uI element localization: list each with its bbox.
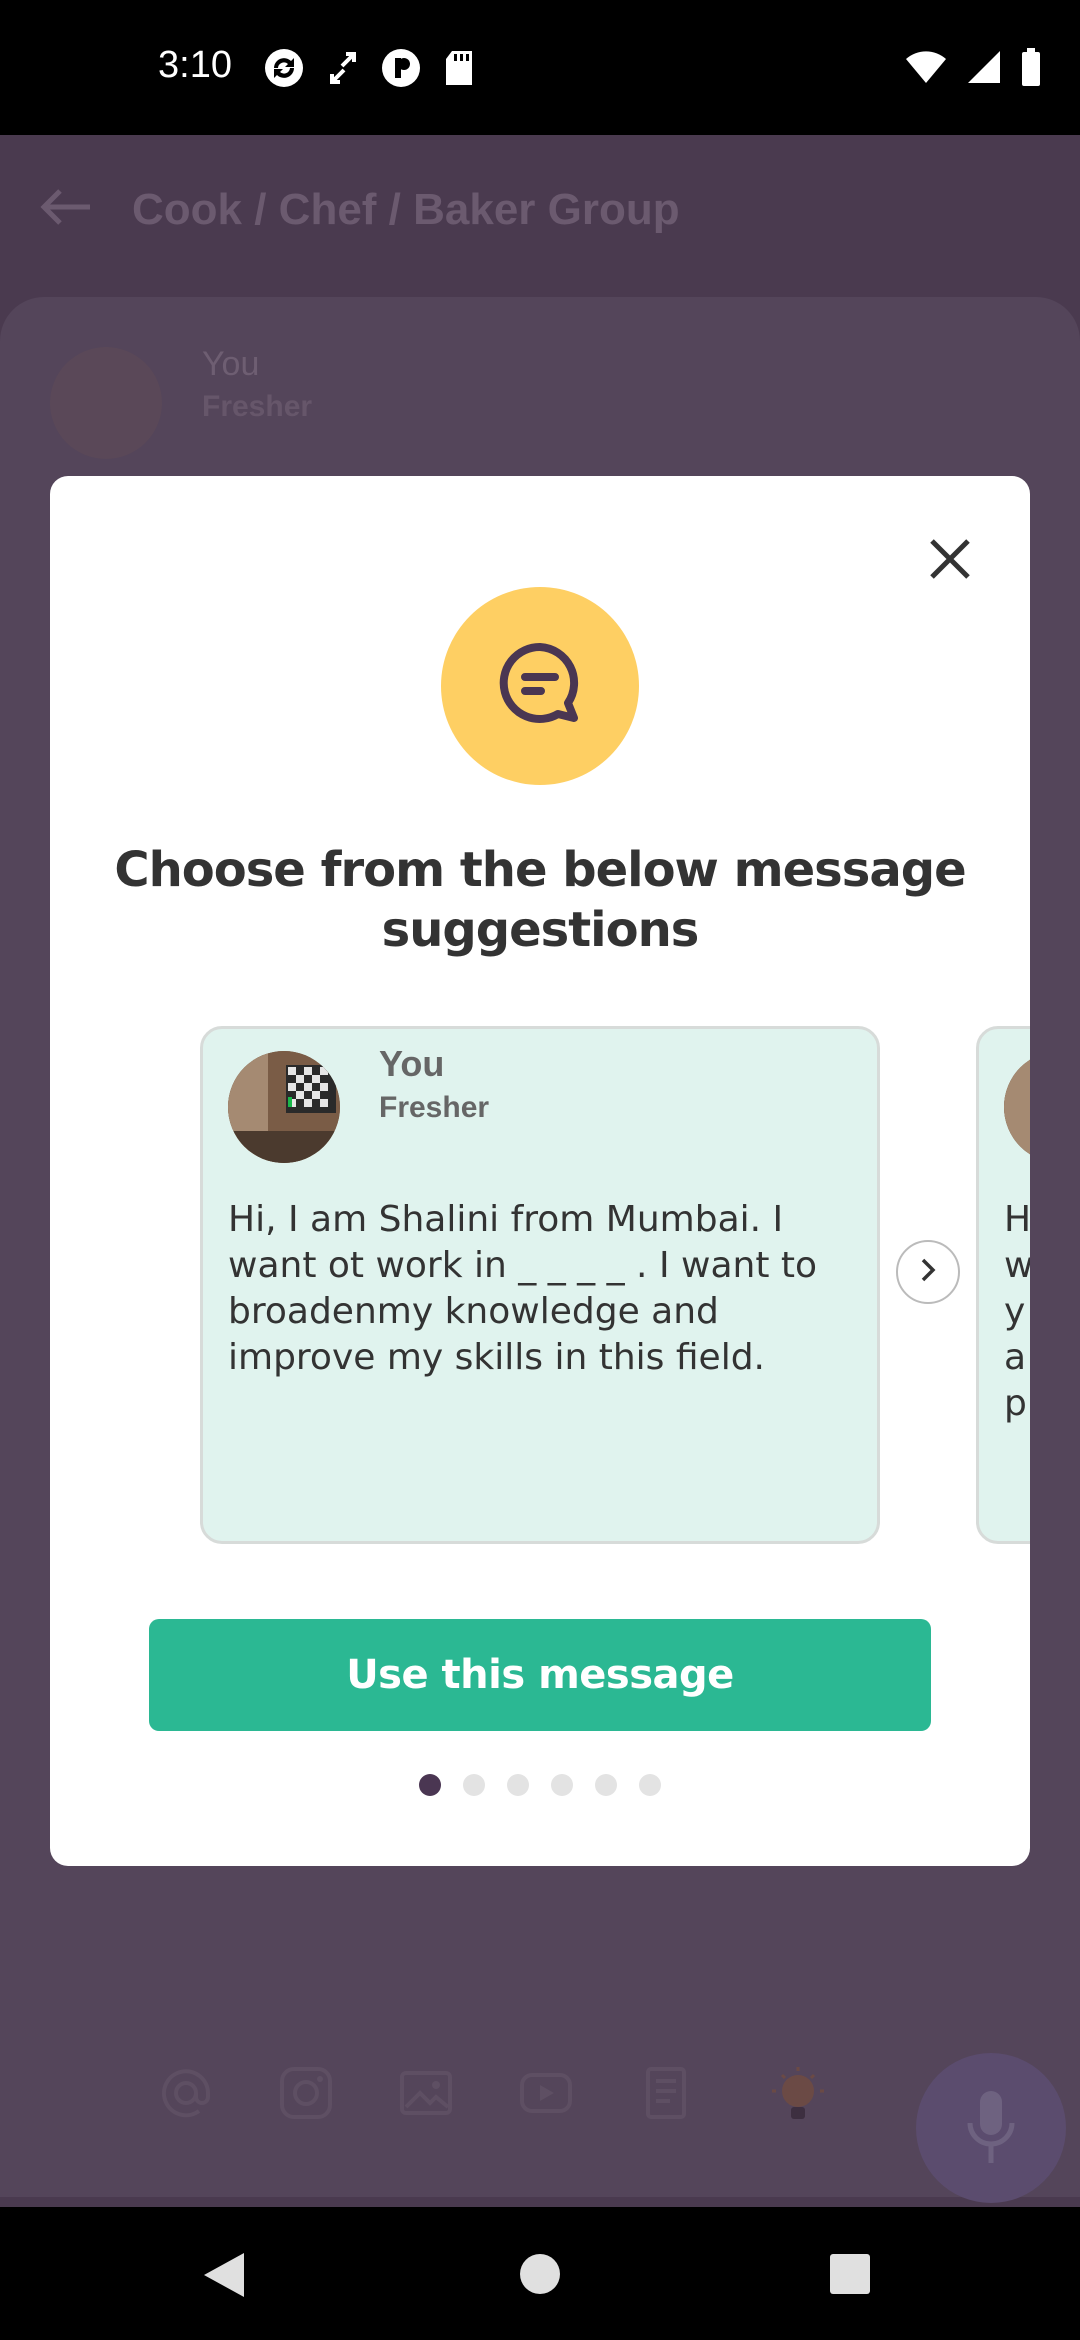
carousel-pagination — [50, 1774, 1030, 1796]
instagram-icon[interactable] — [278, 2065, 334, 2121]
at-icon[interactable] — [158, 2065, 214, 2121]
sync-icon — [262, 46, 306, 94]
close-button[interactable] — [920, 531, 980, 591]
image-icon[interactable] — [398, 2065, 454, 2121]
recents-nav-icon[interactable] — [829, 2253, 871, 2299]
use-this-message-button[interactable]: Use this message — [149, 1619, 931, 1731]
back-nav-icon[interactable] — [202, 2251, 246, 2303]
suggestion-carousel[interactable]: You Fresher Hi, I am Shalini from Mumbai… — [50, 1026, 1030, 1546]
status-bar: 3:10 — [0, 0, 1080, 135]
pocket-icon — [380, 47, 422, 93]
composer-toolbar — [150, 2025, 1030, 2165]
suggestion-message-text: Hi, I am Shalini from Mumbai. I want ot … — [228, 1199, 818, 1378]
sd-card-icon — [444, 49, 474, 91]
home-nav-icon[interactable] — [519, 2253, 561, 2299]
pagination-dot[interactable] — [639, 1774, 661, 1796]
pagination-dot[interactable] — [507, 1774, 529, 1796]
wifi-icon — [904, 49, 948, 89]
card-author-name: You — [379, 1043, 445, 1084]
system-nav-bar — [0, 2207, 1080, 2340]
pagination-dot[interactable] — [463, 1774, 485, 1796]
back-arrow-icon[interactable] — [38, 187, 92, 231]
signal-icon — [966, 49, 1002, 89]
next-suggestion-card-peek[interactable]: H w y a p — [976, 1026, 1030, 1544]
status-time: 3:10 — [158, 44, 232, 86]
card-author-subtitle: Fresher — [379, 1091, 490, 1124]
rotate-icon — [328, 48, 358, 92]
chat-bubble-icon — [495, 639, 585, 733]
lightbulb-icon[interactable] — [770, 2065, 826, 2121]
suggestion-card[interactable]: You Fresher Hi, I am Shalini from Mumbai… — [200, 1026, 880, 1544]
avatar — [50, 347, 162, 459]
dialog-title: Choose from the below message suggestion… — [114, 842, 966, 958]
document-icon[interactable] — [638, 2065, 694, 2121]
pagination-dot-active[interactable] — [419, 1774, 441, 1796]
chevron-right-icon — [918, 1257, 938, 1287]
pagination-dot[interactable] — [551, 1774, 573, 1796]
mic-icon — [966, 2089, 1016, 2171]
app-header: Cook / Chef / Baker Group — [0, 135, 1080, 295]
group-title: Cook / Chef / Baker Group — [132, 185, 680, 234]
message-icon-badge — [441, 587, 639, 785]
post-author-name: You — [202, 345, 260, 383]
pagination-dot[interactable] — [595, 1774, 617, 1796]
status-system-icons — [904, 48, 1042, 90]
youtube-icon[interactable] — [518, 2065, 574, 2121]
next-suggestion-button[interactable] — [896, 1240, 960, 1304]
close-icon — [929, 538, 971, 584]
avatar — [228, 1051, 340, 1163]
status-notification-icons — [262, 46, 474, 94]
message-suggestions-dialog: Choose from the below message suggestion… — [50, 476, 1030, 1866]
post-author-subtitle: Fresher — [202, 390, 313, 423]
mic-button[interactable] — [916, 2053, 1066, 2203]
battery-icon — [1020, 48, 1042, 90]
peek-message-text: H w y a p — [1004, 1199, 1030, 1424]
avatar — [1004, 1051, 1030, 1163]
